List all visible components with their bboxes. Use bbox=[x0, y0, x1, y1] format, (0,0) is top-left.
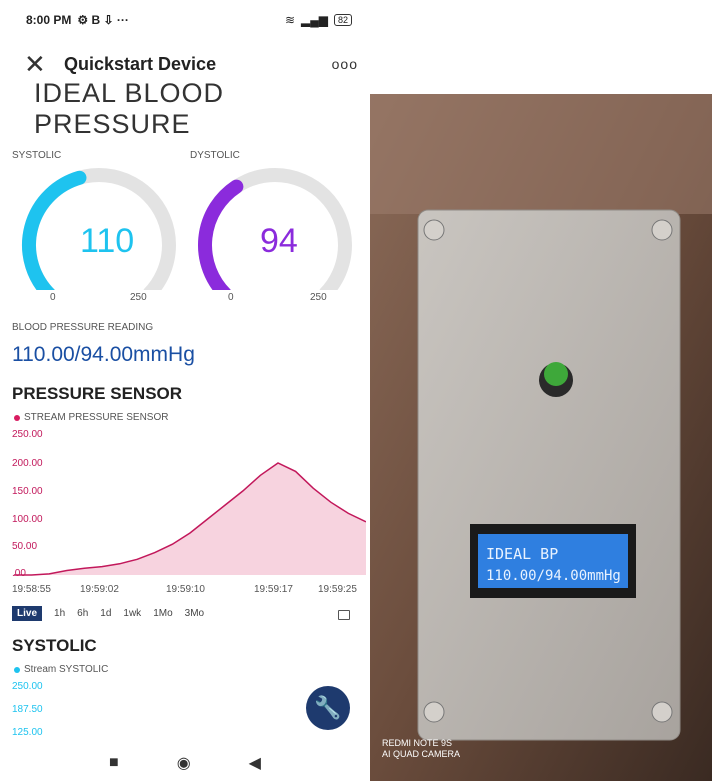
bp-reading-label: BLOOD PRESSURE READING bbox=[12, 322, 154, 333]
range-6h[interactable]: 6h bbox=[77, 608, 88, 619]
pressure-legend-label: STREAM PRESSURE SENSOR bbox=[24, 412, 169, 423]
wifi-icon: ≋ bbox=[284, 13, 296, 27]
systolic-gauge-max: 250 bbox=[130, 292, 147, 303]
pressure-area bbox=[14, 463, 366, 575]
range-live[interactable]: Live bbox=[12, 606, 43, 621]
y-tick: 125.00 bbox=[12, 727, 43, 738]
battery-icon: 82 bbox=[333, 14, 352, 26]
systolic-chart-legend: Stream SYSTOLIC bbox=[14, 664, 108, 675]
status-icons: ⚙ B ⇩ ··· bbox=[77, 13, 129, 27]
lcd-line-1: IDEAL BP bbox=[486, 545, 558, 563]
close-icon[interactable]: ✕ bbox=[24, 49, 54, 80]
y-tick: 250.00 bbox=[12, 681, 43, 692]
pressure-chart-title: PRESSURE SENSOR bbox=[12, 384, 183, 403]
device-photo-drawing: IDEAL BP 110.00/94.00mmHg bbox=[370, 94, 712, 781]
dystolic-gauge-min: 0 bbox=[228, 292, 234, 303]
time-range-selector: Live 1h 6h 1d 1wk 1Mo 3Mo bbox=[12, 606, 204, 621]
range-1d[interactable]: 1d bbox=[100, 608, 111, 619]
more-options-icon[interactable]: ooo bbox=[332, 56, 358, 72]
page-title: Quickstart Device bbox=[64, 53, 217, 74]
recents-button[interactable]: ■ bbox=[109, 754, 119, 772]
lcd-line-2: 110.00/94.00mmHg bbox=[486, 568, 621, 584]
systolic-gauge-value: 110 bbox=[80, 222, 135, 260]
home-button[interactable]: ◉ bbox=[177, 753, 191, 773]
x-tick: 19:59:10 bbox=[166, 584, 205, 595]
dystolic-gauge-fill bbox=[198, 179, 244, 290]
phone-screen: 8:00 PM ⚙ B ⇩ ··· ≋ ▂▄▆ 82 ✕ Quickstart … bbox=[0, 0, 370, 781]
signal-icon: ▂▄▆ bbox=[301, 13, 328, 27]
range-1wk[interactable]: 1wk bbox=[123, 608, 141, 619]
range-1h[interactable]: 1h bbox=[54, 608, 65, 619]
lcd-display: IDEAL BP 110.00/94.00mmHg bbox=[470, 524, 636, 598]
dystolic-gauge-value: 94 bbox=[260, 222, 298, 260]
watermark-line-2: AI QUAD CAMERA bbox=[382, 749, 461, 759]
pressure-chart-legend: STREAM PRESSURE SENSOR bbox=[14, 412, 168, 423]
device-photo: IDEAL BP 110.00/94.00mmHg bbox=[370, 94, 712, 781]
range-3mo[interactable]: 3Mo bbox=[185, 608, 204, 619]
legend-dot-icon bbox=[14, 666, 20, 673]
camera-watermark: REDMI NOTE 9S AI QUAD CAMERA bbox=[382, 738, 460, 760]
systolic-legend-label: Stream SYSTOLIC bbox=[24, 664, 109, 675]
watermark-line-1: REDMI NOTE 9S bbox=[382, 738, 453, 748]
x-tick: 19:59:25 bbox=[318, 584, 357, 595]
dystolic-gauge-max: 250 bbox=[310, 292, 327, 303]
enclosure-box bbox=[417, 209, 681, 741]
systolic-gauge-min: 0 bbox=[50, 292, 56, 303]
system-nav-bar: ■ ◉ ◀ bbox=[0, 745, 370, 781]
systolic-chart-title: SYSTOLIC bbox=[12, 636, 97, 655]
x-tick: 19:58:55 bbox=[12, 584, 51, 595]
x-tick: 19:59:17 bbox=[254, 584, 293, 595]
back-button[interactable]: ◀ bbox=[249, 753, 261, 773]
wrench-fab-button[interactable]: 🔧 bbox=[306, 686, 350, 730]
dashboard-heading: IDEAL BLOOD PRESSURE bbox=[34, 78, 225, 139]
range-1mo[interactable]: 1Mo bbox=[153, 608, 172, 619]
x-tick: 19:59:02 bbox=[80, 584, 119, 595]
legend-dot-icon bbox=[14, 414, 20, 421]
pressure-chart-plot bbox=[14, 462, 366, 576]
status-bar: 8:00 PM ⚙ B ⇩ ··· ≋ ▂▄▆ 82 bbox=[0, 0, 370, 40]
wrench-icon: 🔧 bbox=[314, 695, 342, 720]
bp-reading-value: 110.00/94.00mmHg bbox=[12, 343, 195, 366]
y-tick: 187.50 bbox=[12, 704, 43, 715]
status-time: 8:00 PM bbox=[26, 13, 72, 27]
expand-icon[interactable] bbox=[338, 610, 350, 620]
systolic-gauge-fill bbox=[22, 170, 87, 290]
